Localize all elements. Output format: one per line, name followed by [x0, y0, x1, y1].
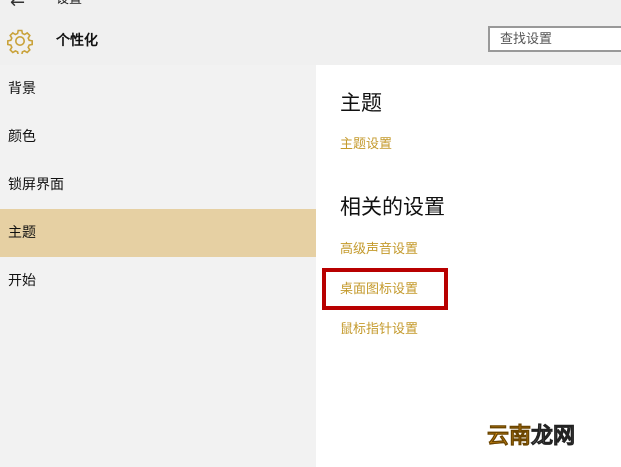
- main-content: 主题 主题设置 相关的设置 高级声音设置 桌面图标设置 鼠标指针设置: [316, 65, 621, 467]
- window-title: 设置: [56, 0, 82, 9]
- sidebar-item-start[interactable]: 开始: [0, 257, 316, 305]
- page-title: 个性化: [56, 33, 98, 49]
- page-header: 个性化: [0, 16, 621, 65]
- theme-settings-link[interactable]: 主题设置: [340, 136, 392, 154]
- mouse-pointer-settings-link[interactable]: 鼠标指针设置: [340, 321, 418, 339]
- sidebar-item-background[interactable]: 背景: [0, 65, 316, 113]
- related-settings-heading: 相关的设置: [340, 195, 445, 219]
- search-input[interactable]: [490, 28, 621, 51]
- sidebar-item-themes[interactable]: 主题: [0, 209, 316, 257]
- search-box[interactable]: [488, 26, 621, 52]
- watermark-part2: 龙网: [531, 424, 576, 450]
- watermark: 云南龙网: [487, 424, 576, 450]
- sidebar-item-lock-screen[interactable]: 锁屏界面: [0, 161, 316, 209]
- highlight-annotation-box: [322, 268, 448, 310]
- sidebar: 背景 颜色 锁屏界面 主题 开始: [0, 65, 316, 467]
- back-arrow-icon[interactable]: ←: [10, 0, 25, 12]
- sidebar-item-colors[interactable]: 颜色: [0, 113, 316, 161]
- theme-heading: 主题: [340, 91, 382, 115]
- title-bar: ← 设置: [0, 0, 621, 16]
- gear-icon: [7, 29, 33, 54]
- advanced-sound-settings-link[interactable]: 高级声音设置: [340, 241, 418, 259]
- watermark-part1: 云南: [487, 424, 532, 450]
